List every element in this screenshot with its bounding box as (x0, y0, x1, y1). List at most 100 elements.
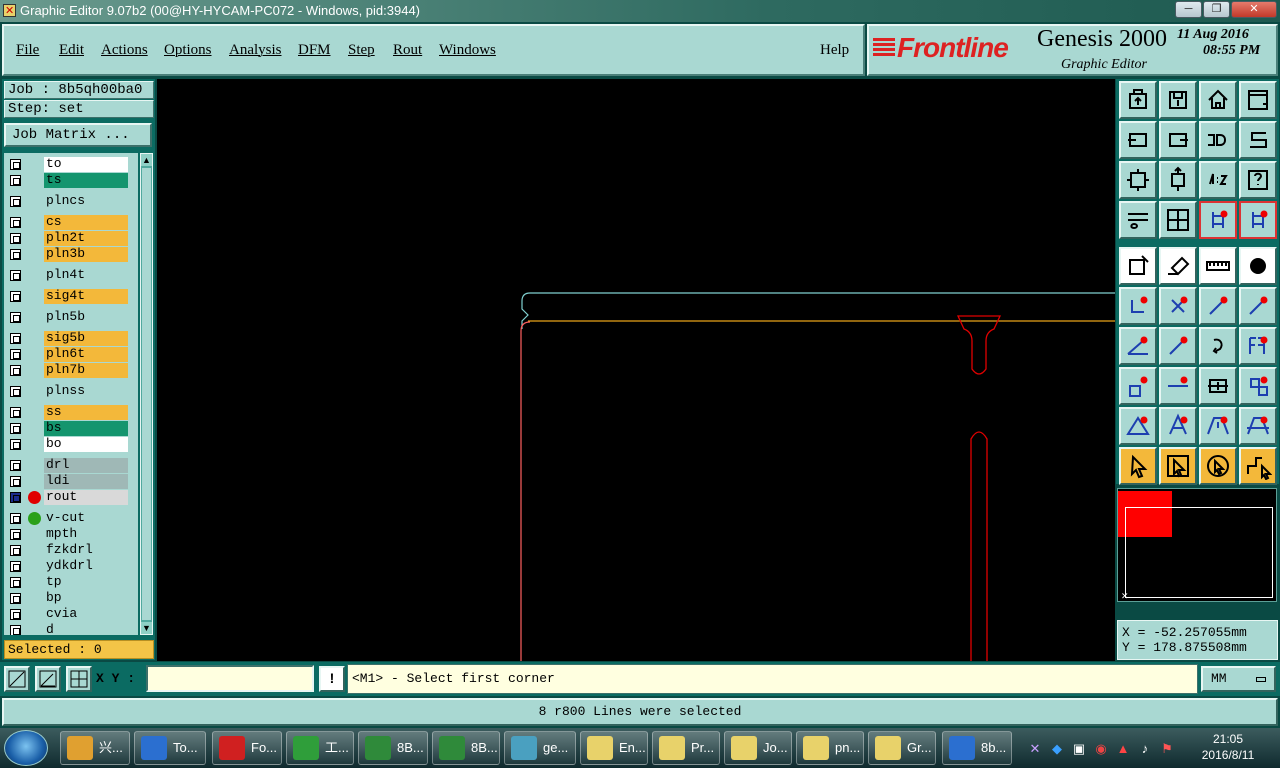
layer-row[interactable]: mpth (6, 527, 128, 542)
layer-checkbox[interactable] (10, 529, 21, 540)
layer-checkbox[interactable] (10, 159, 21, 170)
layer-name[interactable]: cvia (44, 607, 128, 622)
menu-actions[interactable]: Actions (101, 42, 148, 59)
layer-checkbox[interactable] (10, 349, 21, 360)
layer-name[interactable]: ss (44, 405, 128, 420)
net-tool-button[interactable] (1199, 201, 1237, 239)
layer-checkbox[interactable] (10, 312, 21, 323)
layer-checkbox[interactable] (10, 439, 21, 450)
pad-tool-button[interactable] (1239, 247, 1277, 285)
tray-security-icon[interactable]: ◉ (1094, 742, 1108, 756)
layer-row[interactable]: ts (6, 173, 128, 188)
layer-name[interactable]: pln5b (44, 310, 128, 325)
layer-row[interactable]: pln3b (6, 247, 128, 262)
layer-name[interactable]: bo (44, 437, 128, 452)
layer-row[interactable]: v-cut (6, 511, 128, 526)
layer-checkbox[interactable] (10, 365, 21, 376)
layer-row[interactable]: sig5b (6, 331, 128, 346)
pin2-tool-button[interactable] (1239, 287, 1277, 325)
menu-rout[interactable]: Rout (393, 42, 422, 59)
layer-checkbox[interactable] (10, 460, 21, 471)
menu-windows[interactable]: Windows (439, 42, 496, 59)
layer-checkbox[interactable] (10, 175, 21, 186)
layer-row[interactable]: rout (6, 490, 128, 505)
scroll-down-arrow[interactable]: ▼ (141, 622, 152, 634)
taskbar-button[interactable]: Jo... (724, 731, 792, 765)
layer-row[interactable]: pln5b (6, 310, 128, 325)
tray-flag-icon[interactable]: ▲ (1116, 742, 1130, 756)
scroll-up-arrow[interactable]: ▲ (141, 154, 152, 166)
layer-name[interactable]: cs (44, 215, 128, 230)
tray-network-icon[interactable]: ⚑ (1160, 742, 1174, 756)
polygon2-tool-button[interactable] (1199, 407, 1237, 445)
fill-tool-button[interactable] (1119, 247, 1157, 285)
menu-analysis[interactable]: Analysis (229, 42, 282, 59)
layer-row[interactable]: plncs (6, 194, 128, 209)
home-tool-button[interactable] (1199, 81, 1237, 119)
layer-name[interactable]: bs (44, 421, 128, 436)
layer-checkbox[interactable] (10, 625, 21, 635)
minimize-button[interactable]: ─ (1175, 1, 1202, 18)
layer-name[interactable]: ldi (44, 474, 128, 489)
layer-row[interactable]: ydkdrl (6, 559, 128, 574)
layer-row[interactable]: cvia (6, 607, 128, 622)
layer-checkbox[interactable] (10, 249, 21, 260)
unit-selector[interactable]: MM (1201, 666, 1276, 692)
layer-checkbox[interactable] (10, 386, 21, 397)
layer-checkbox[interactable] (10, 270, 21, 281)
layer-checkbox[interactable] (10, 476, 21, 487)
layer-row[interactable]: pln4t (6, 268, 128, 283)
layer-row[interactable]: bp (6, 591, 128, 606)
next-tool-button[interactable] (1159, 121, 1197, 159)
layer-checkbox[interactable] (10, 609, 21, 620)
net-red-tool-button[interactable] (1239, 201, 1277, 239)
surface-tool-button[interactable] (1159, 247, 1197, 285)
ruler-tool-button[interactable] (1199, 247, 1237, 285)
layer-checkbox[interactable] (10, 593, 21, 604)
taskbar-button[interactable]: 工... (286, 731, 354, 765)
tray-device-icon[interactable]: ▣ (1072, 742, 1086, 756)
menu-dfm[interactable]: DFM (298, 42, 331, 59)
layer-name[interactable]: tp (44, 575, 128, 590)
polygon-tool-button[interactable] (1159, 407, 1197, 445)
polygon3-tool-button[interactable] (1239, 407, 1277, 445)
layer-row[interactable]: drl (6, 458, 128, 473)
mirror-tool-button[interactable] (1239, 327, 1277, 365)
xy-input[interactable] (146, 665, 314, 692)
scroll-thumb[interactable] (142, 168, 151, 620)
menu-step[interactable]: Step (348, 42, 375, 59)
layer-checkbox[interactable] (10, 291, 21, 302)
layer-row[interactable]: cs (6, 215, 128, 230)
rotate-tool-button[interactable] (1199, 327, 1237, 365)
connect-tool-button[interactable] (1119, 287, 1157, 325)
layer-checkbox[interactable] (10, 196, 21, 207)
layer-checkbox[interactable] (10, 561, 21, 572)
layer-name[interactable]: ydkdrl (44, 559, 128, 574)
menu-help[interactable]: Help (820, 42, 849, 59)
layer-checkbox[interactable] (10, 577, 21, 588)
layer-name[interactable]: plncs (44, 194, 128, 209)
layer-name[interactable]: mpth (44, 527, 128, 542)
close-button[interactable]: ✕ (1231, 1, 1277, 18)
zoom-in-tool-button[interactable] (1159, 161, 1197, 199)
line-add-tool-button[interactable] (1159, 367, 1197, 405)
layer-name[interactable]: drl (44, 458, 128, 473)
layer-checkbox[interactable] (10, 513, 21, 524)
layer-row[interactable]: d (6, 623, 128, 635)
layer-row[interactable]: bs (6, 421, 128, 436)
layer-scrollbar[interactable]: ▲ ▼ (140, 153, 153, 635)
layer-checkbox[interactable] (10, 217, 21, 228)
snap-tool-button[interactable] (1119, 201, 1157, 239)
move-tool-button[interactable] (1199, 367, 1237, 405)
layer-name[interactable]: plnss (44, 384, 128, 399)
layer-row[interactable]: tp (6, 575, 128, 590)
layer-name[interactable]: v-cut (44, 511, 128, 526)
line-tool-button[interactable] (1119, 327, 1157, 365)
layer-row[interactable]: pln7b (6, 363, 128, 378)
layer-checkbox[interactable] (10, 492, 21, 503)
angle-measure-icon[interactable] (35, 666, 61, 692)
undo-tool-button[interactable] (1199, 121, 1237, 159)
taskbar-button[interactable]: 8B... (432, 731, 500, 765)
layer-name[interactable]: ts (44, 173, 128, 188)
taskbar-button[interactable]: En... (580, 731, 648, 765)
